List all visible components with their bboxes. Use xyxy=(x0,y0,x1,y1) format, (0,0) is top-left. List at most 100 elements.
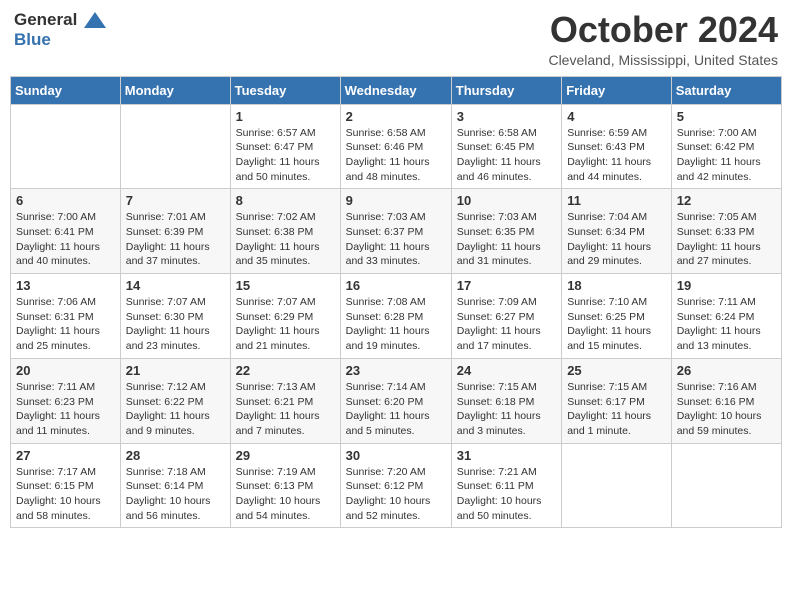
day-info: Sunrise: 7:15 AM Sunset: 6:18 PM Dayligh… xyxy=(457,380,556,439)
day-number: 28 xyxy=(126,448,225,463)
month-title: October 2024 xyxy=(548,10,778,50)
calendar-cell xyxy=(120,104,230,189)
day-number: 6 xyxy=(16,193,115,208)
calendar-header-row: SundayMondayTuesdayWednesdayThursdayFrid… xyxy=(11,76,782,104)
day-number: 14 xyxy=(126,278,225,293)
day-number: 23 xyxy=(346,363,446,378)
calendar-cell: 13 Sunrise: 7:06 AM Sunset: 6:31 PM Dayli… xyxy=(11,274,121,359)
calendar-table: SundayMondayTuesdayWednesdayThursdayFrid… xyxy=(10,76,782,529)
day-number: 7 xyxy=(126,193,225,208)
day-info: Sunrise: 7:07 AM Sunset: 6:29 PM Dayligh… xyxy=(236,295,335,354)
calendar-week-row: 20 Sunrise: 7:11 AM Sunset: 6:23 PM Dayli… xyxy=(11,358,782,443)
calendar-cell: 15 Sunrise: 7:07 AM Sunset: 6:29 PM Dayli… xyxy=(230,274,340,359)
calendar-cell: 20 Sunrise: 7:11 AM Sunset: 6:23 PM Dayli… xyxy=(11,358,121,443)
day-info: Sunrise: 7:18 AM Sunset: 6:14 PM Dayligh… xyxy=(126,465,225,524)
day-number: 29 xyxy=(236,448,335,463)
calendar-week-row: 27 Sunrise: 7:17 AM Sunset: 6:15 PM Dayli… xyxy=(11,443,782,528)
logo-icon xyxy=(84,12,106,28)
day-number: 9 xyxy=(346,193,446,208)
day-info: Sunrise: 7:20 AM Sunset: 6:12 PM Dayligh… xyxy=(346,465,446,524)
day-info: Sunrise: 6:57 AM Sunset: 6:47 PM Dayligh… xyxy=(236,126,335,185)
day-info: Sunrise: 7:05 AM Sunset: 6:33 PM Dayligh… xyxy=(677,210,776,269)
day-info: Sunrise: 7:16 AM Sunset: 6:16 PM Dayligh… xyxy=(677,380,776,439)
day-number: 22 xyxy=(236,363,335,378)
day-info: Sunrise: 7:00 AM Sunset: 6:41 PM Dayligh… xyxy=(16,210,115,269)
day-info: Sunrise: 7:01 AM Sunset: 6:39 PM Dayligh… xyxy=(126,210,225,269)
calendar-cell: 8 Sunrise: 7:02 AM Sunset: 6:38 PM Daylig… xyxy=(230,189,340,274)
day-number: 8 xyxy=(236,193,335,208)
day-number: 5 xyxy=(677,109,776,124)
day-info: Sunrise: 7:14 AM Sunset: 6:20 PM Dayligh… xyxy=(346,380,446,439)
day-number: 13 xyxy=(16,278,115,293)
calendar-cell: 23 Sunrise: 7:14 AM Sunset: 6:20 PM Dayli… xyxy=(340,358,451,443)
day-number: 27 xyxy=(16,448,115,463)
day-number: 10 xyxy=(457,193,556,208)
calendar-cell: 14 Sunrise: 7:07 AM Sunset: 6:30 PM Dayli… xyxy=(120,274,230,359)
day-info: Sunrise: 7:11 AM Sunset: 6:24 PM Dayligh… xyxy=(677,295,776,354)
location: Cleveland, Mississippi, United States xyxy=(548,52,778,68)
calendar-cell xyxy=(671,443,781,528)
day-info: Sunrise: 7:19 AM Sunset: 6:13 PM Dayligh… xyxy=(236,465,335,524)
day-info: Sunrise: 7:03 AM Sunset: 6:35 PM Dayligh… xyxy=(457,210,556,269)
title-block: October 2024 Cleveland, Mississippi, Uni… xyxy=(548,10,778,68)
calendar-cell: 9 Sunrise: 7:03 AM Sunset: 6:37 PM Daylig… xyxy=(340,189,451,274)
calendar-cell: 11 Sunrise: 7:04 AM Sunset: 6:34 PM Dayli… xyxy=(562,189,672,274)
day-info: Sunrise: 7:21 AM Sunset: 6:11 PM Dayligh… xyxy=(457,465,556,524)
calendar-cell: 22 Sunrise: 7:13 AM Sunset: 6:21 PM Dayli… xyxy=(230,358,340,443)
day-of-week-header: Monday xyxy=(120,76,230,104)
day-number: 3 xyxy=(457,109,556,124)
calendar-cell: 26 Sunrise: 7:16 AM Sunset: 6:16 PM Dayli… xyxy=(671,358,781,443)
day-number: 16 xyxy=(346,278,446,293)
day-number: 31 xyxy=(457,448,556,463)
calendar-cell: 25 Sunrise: 7:15 AM Sunset: 6:17 PM Dayli… xyxy=(562,358,672,443)
calendar-cell: 17 Sunrise: 7:09 AM Sunset: 6:27 PM Dayli… xyxy=(451,274,561,359)
day-info: Sunrise: 7:02 AM Sunset: 6:38 PM Dayligh… xyxy=(236,210,335,269)
day-info: Sunrise: 7:04 AM Sunset: 6:34 PM Dayligh… xyxy=(567,210,666,269)
calendar-cell: 2 Sunrise: 6:58 AM Sunset: 6:46 PM Daylig… xyxy=(340,104,451,189)
day-info: Sunrise: 7:13 AM Sunset: 6:21 PM Dayligh… xyxy=(236,380,335,439)
page-header: General Blue October 2024 Cleveland, Mis… xyxy=(10,10,782,68)
calendar-cell: 19 Sunrise: 7:11 AM Sunset: 6:24 PM Dayli… xyxy=(671,274,781,359)
day-number: 25 xyxy=(567,363,666,378)
day-number: 19 xyxy=(677,278,776,293)
day-number: 20 xyxy=(16,363,115,378)
calendar-cell: 3Sunrise: 6:58 AM Sunset: 6:45 PM Daylig… xyxy=(451,104,561,189)
calendar-cell: 4Sunrise: 6:59 AM Sunset: 6:43 PM Daylig… xyxy=(562,104,672,189)
day-info: Sunrise: 7:17 AM Sunset: 6:15 PM Dayligh… xyxy=(16,465,115,524)
calendar-cell: 12Sunrise: 7:05 AM Sunset: 6:33 PM Dayli… xyxy=(671,189,781,274)
day-info: Sunrise: 6:58 AM Sunset: 6:46 PM Dayligh… xyxy=(346,126,446,185)
day-info: Sunrise: 7:12 AM Sunset: 6:22 PM Dayligh… xyxy=(126,380,225,439)
day-info: Sunrise: 7:09 AM Sunset: 6:27 PM Dayligh… xyxy=(457,295,556,354)
calendar-cell: 16Sunrise: 7:08 AM Sunset: 6:28 PM Dayli… xyxy=(340,274,451,359)
calendar-cell: 1Sunrise: 6:57 AM Sunset: 6:47 PM Daylig… xyxy=(230,104,340,189)
day-number: 24 xyxy=(457,363,556,378)
day-of-week-header: Wednesday xyxy=(340,76,451,104)
day-info: Sunrise: 7:10 AM Sunset: 6:25 PM Dayligh… xyxy=(567,295,666,354)
day-number: 17 xyxy=(457,278,556,293)
calendar-cell xyxy=(11,104,121,189)
day-of-week-header: Friday xyxy=(562,76,672,104)
calendar-cell: 28 Sunrise: 7:18 AM Sunset: 6:14 PM Dayli… xyxy=(120,443,230,528)
day-number: 15 xyxy=(236,278,335,293)
day-info: Sunrise: 6:59 AM Sunset: 6:43 PM Dayligh… xyxy=(567,126,666,185)
day-info: Sunrise: 7:03 AM Sunset: 6:37 PM Dayligh… xyxy=(346,210,446,269)
calendar-cell xyxy=(562,443,672,528)
day-of-week-header: Sunday xyxy=(11,76,121,104)
day-info: Sunrise: 7:15 AM Sunset: 6:17 PM Dayligh… xyxy=(567,380,666,439)
calendar-cell: 31 Sunrise: 7:21 AM Sunset: 6:11 PM Dayli… xyxy=(451,443,561,528)
day-info: Sunrise: 7:07 AM Sunset: 6:30 PM Dayligh… xyxy=(126,295,225,354)
calendar-week-row: 1Sunrise: 6:57 AM Sunset: 6:47 PM Daylig… xyxy=(11,104,782,189)
calendar-cell: 6 Sunrise: 7:00 AM Sunset: 6:41 PM Daylig… xyxy=(11,189,121,274)
day-info: Sunrise: 7:11 AM Sunset: 6:23 PM Dayligh… xyxy=(16,380,115,439)
day-of-week-header: Thursday xyxy=(451,76,561,104)
calendar-cell: 7 Sunrise: 7:01 AM Sunset: 6:39 PM Daylig… xyxy=(120,189,230,274)
day-info: Sunrise: 7:00 AM Sunset: 6:42 PM Dayligh… xyxy=(677,126,776,185)
day-number: 11 xyxy=(567,193,666,208)
logo: General Blue xyxy=(14,10,106,50)
calendar-cell: 29 Sunrise: 7:19 AM Sunset: 6:13 PM Dayli… xyxy=(230,443,340,528)
day-number: 26 xyxy=(677,363,776,378)
day-info: Sunrise: 7:06 AM Sunset: 6:31 PM Dayligh… xyxy=(16,295,115,354)
calendar-cell: 21Sunrise: 7:12 AM Sunset: 6:22 PM Dayli… xyxy=(120,358,230,443)
day-number: 2 xyxy=(346,109,446,124)
calendar-cell: 30Sunrise: 7:20 AM Sunset: 6:12 PM Dayli… xyxy=(340,443,451,528)
